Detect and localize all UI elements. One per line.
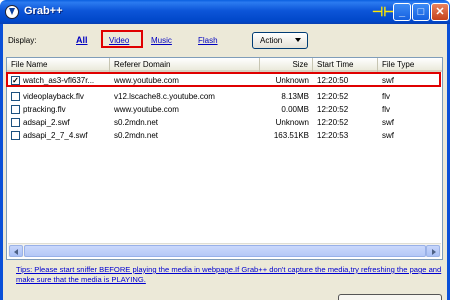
referer-domain: s0.2mdn.net	[114, 118, 159, 127]
column-header-file-name[interactable]: File Name	[7, 58, 110, 72]
file-size: Unknown	[275, 118, 309, 127]
maximize-icon: □	[417, 6, 425, 18]
file-type: swf	[382, 131, 394, 140]
row-checkbox[interactable]	[11, 92, 20, 101]
file-size: 163.51KB	[273, 131, 309, 140]
chevron-down-icon	[295, 38, 301, 42]
tips-link[interactable]: Tips: Please start sniffer BEFORE playin…	[16, 265, 446, 285]
start-time: 12:20:52	[317, 105, 349, 114]
close-button[interactable]: ✕	[431, 3, 449, 21]
bottom-button[interactable]	[338, 294, 442, 300]
table-row[interactable]: ptracking.flv www.youtube.com 0.00MB 12:…	[7, 104, 442, 116]
start-time: 12:20:53	[317, 131, 349, 140]
selected-filter-highlight	[101, 30, 143, 48]
column-header-file-type[interactable]: File Type	[378, 58, 442, 72]
file-type: swf	[382, 118, 394, 127]
pin-icon[interactable]: ⊣⊢	[372, 5, 395, 19]
scroll-right-icon[interactable]	[426, 245, 440, 257]
download-icon	[5, 5, 19, 19]
file-size: 8.13MB	[281, 92, 309, 101]
column-header-start-time[interactable]: Start Time	[313, 58, 378, 72]
filter-flash-link[interactable]: Flash	[198, 36, 218, 45]
referer-domain: www.youtube.com	[114, 105, 179, 114]
display-label: Display:	[8, 36, 37, 45]
table-row[interactable]: adsapi_2_7_4.swf s0.2mdn.net 163.51KB 12…	[7, 130, 442, 142]
list-header: File Name Referer Domain Size Start Time…	[7, 58, 442, 72]
file-name: videoplayback.flv	[23, 92, 84, 101]
file-name: ptracking.flv	[23, 105, 66, 114]
start-time: 12:20:52	[317, 92, 349, 101]
file-size: 0.00MB	[281, 105, 309, 114]
horizontal-scrollbar[interactable]	[8, 243, 441, 257]
action-dropdown-button[interactable]: Action	[252, 32, 308, 49]
title-bar[interactable]: Grab++ ⊣⊢ _ □ ✕	[0, 0, 450, 24]
close-icon: ✕	[435, 6, 445, 18]
minimize-icon: _	[398, 6, 406, 18]
referer-domain: v12.lscache8.c.youtube.com	[114, 92, 215, 101]
row-checkbox[interactable]	[11, 131, 20, 140]
filter-music-link[interactable]: Music	[151, 36, 172, 45]
column-header-referer-domain[interactable]: Referer Domain	[110, 58, 260, 72]
window-title: Grab++	[24, 5, 63, 17]
file-type: flv	[382, 92, 390, 101]
table-row[interactable]: videoplayback.flv v12.lscache8.c.youtube…	[7, 91, 442, 103]
scrollbar-thumb[interactable]	[24, 245, 426, 257]
start-time: 12:20:52	[317, 118, 349, 127]
row-checkbox[interactable]	[11, 118, 20, 127]
row-checkbox[interactable]	[11, 105, 20, 114]
file-type: flv	[382, 105, 390, 114]
column-header-size[interactable]: Size	[260, 58, 313, 72]
selected-row-highlight	[6, 72, 441, 87]
referer-domain: s0.2mdn.net	[114, 131, 159, 140]
file-name: adsapi_2.swf	[23, 118, 70, 127]
table-row[interactable]: adsapi_2.swf s0.2mdn.net Unknown 12:20:5…	[7, 117, 442, 129]
filter-all-link[interactable]: All	[76, 35, 88, 45]
scroll-left-icon[interactable]	[9, 245, 23, 257]
file-name: adsapi_2_7_4.swf	[23, 131, 88, 140]
minimize-button[interactable]: _	[393, 3, 411, 21]
media-list[interactable]: File Name Referer Domain Size Start Time…	[6, 57, 443, 260]
action-label: Action	[260, 36, 283, 45]
maximize-button[interactable]: □	[412, 3, 430, 21]
